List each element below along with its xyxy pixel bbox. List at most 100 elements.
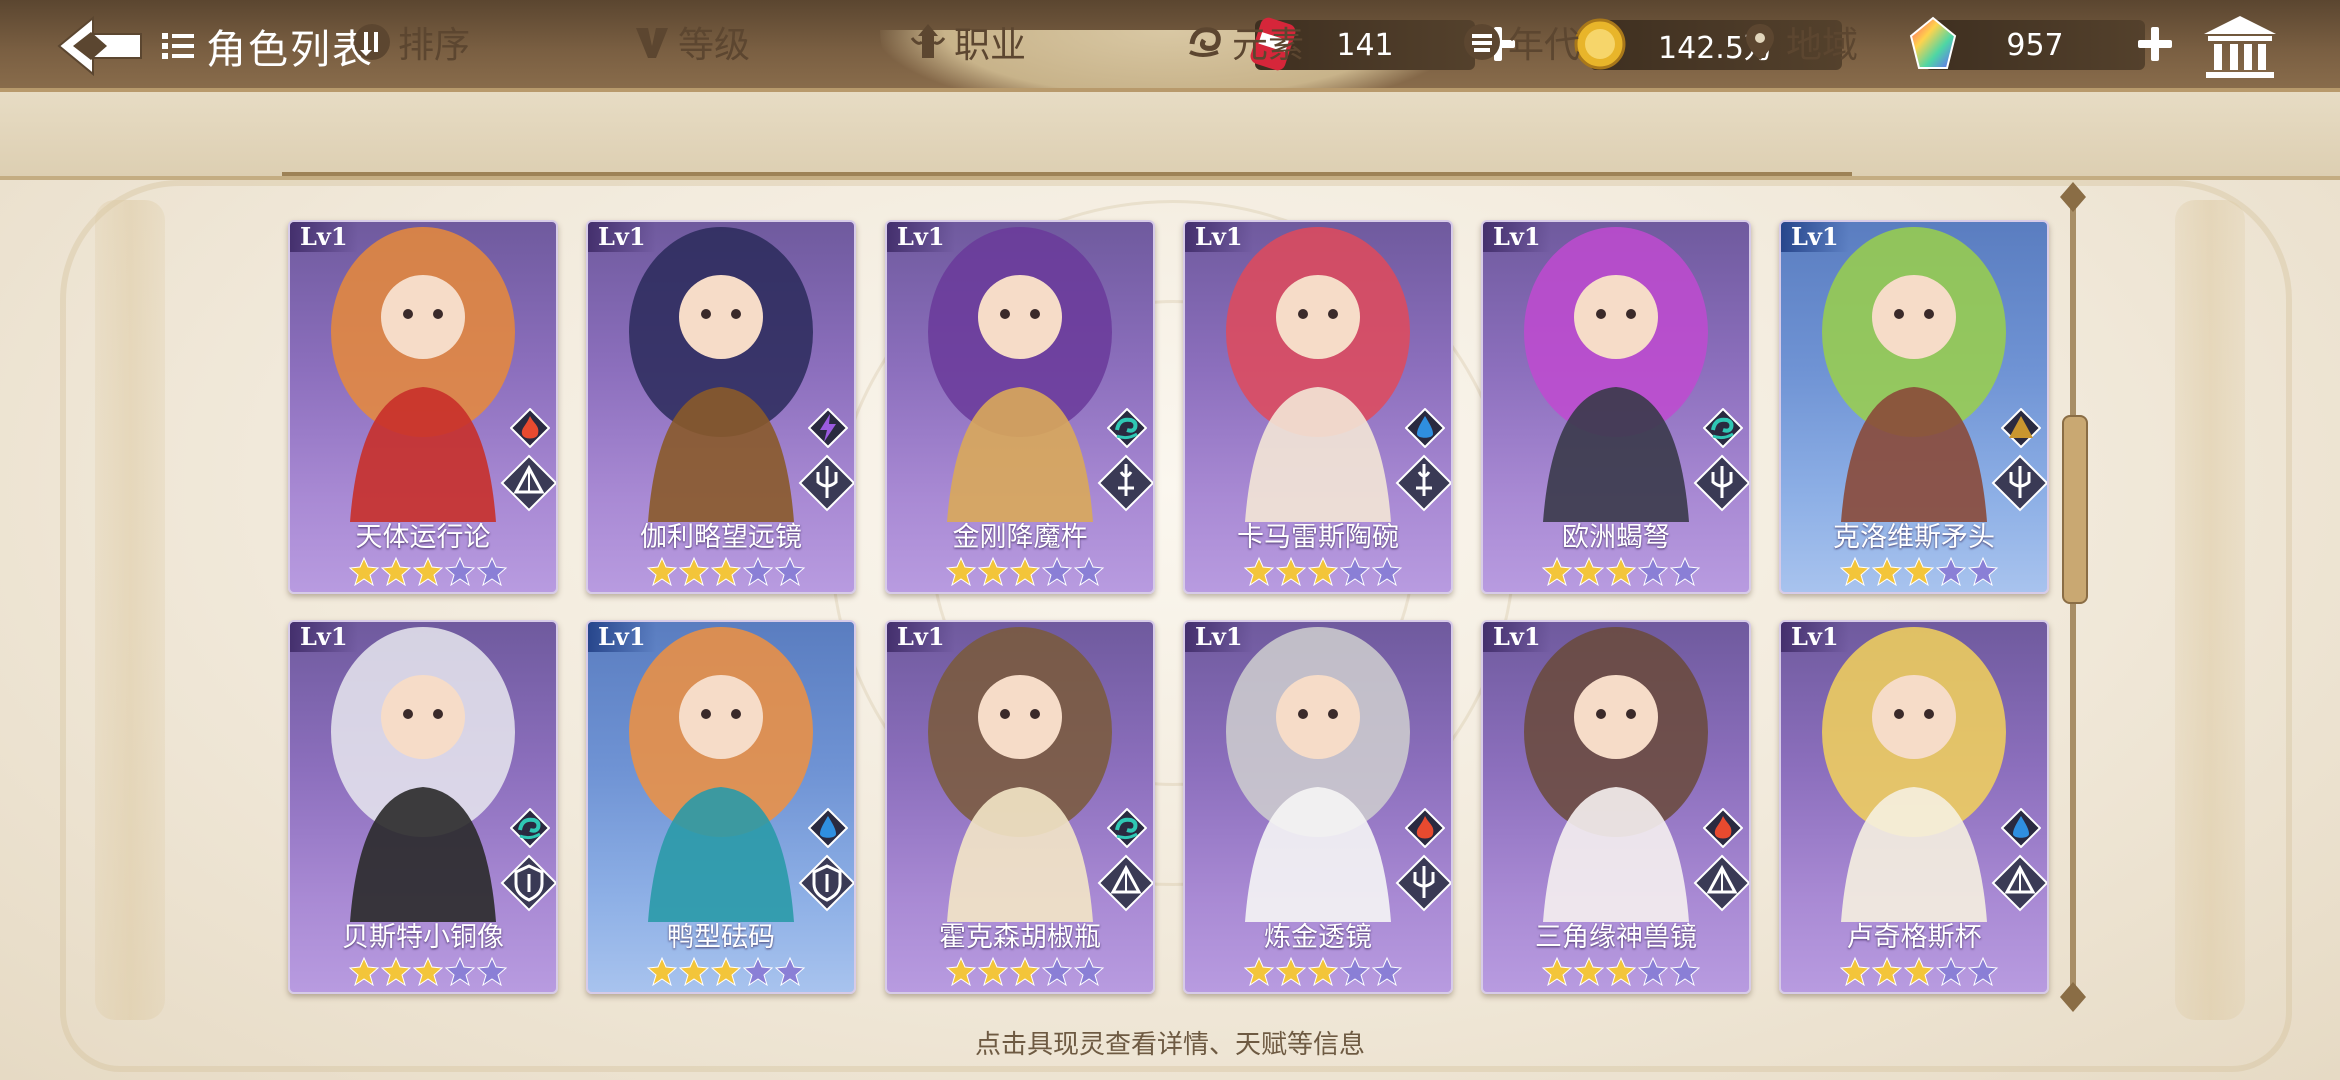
tab-underline (282, 172, 1852, 176)
character-name: 三角缘神兽镜 (1535, 922, 1697, 953)
star-filled-icon (1573, 956, 1605, 986)
trident-class-icon (798, 454, 854, 512)
star-rating (1839, 956, 1999, 986)
add-crystal-button[interactable] (2135, 24, 2175, 64)
character-name: 贝斯特小铜像 (342, 922, 504, 953)
star-filled-icon (1903, 956, 1935, 986)
page-title-text: 角色列表 (206, 27, 374, 73)
footer-hint: 点击具现灵查看详情、天赋等信息 (974, 1030, 1365, 1060)
star-filled-icon (646, 956, 678, 986)
tab-sort[interactable]: 排序 (352, 12, 470, 72)
tab-class-label: 职业 (954, 25, 1027, 66)
right-pillar-decoration (2175, 200, 2245, 1020)
fire-element-icon (1404, 807, 1446, 849)
character-card[interactable]: Lv1 金刚降魔杵 (885, 220, 1155, 594)
star-filled-icon (1573, 556, 1605, 586)
character-card[interactable]: Lv1 霍克森胡椒瓶 (885, 620, 1155, 994)
star-empty-icon (1967, 956, 1999, 986)
tab-era[interactable]: 年代 (1462, 12, 1580, 72)
star-rating (1541, 556, 1701, 586)
wind-element-icon (509, 807, 551, 849)
character-name: 炼金透镜 (1264, 922, 1372, 953)
gold-coin-icon (1574, 18, 1626, 70)
wind-element-icon (1702, 407, 1744, 449)
star-empty-icon (476, 956, 508, 986)
crystal-value: 957 (2006, 27, 2064, 63)
character-card[interactable]: Lv1 炼金透镜 (1183, 620, 1453, 994)
character-name: 卢奇格斯杯 (1846, 922, 1982, 953)
character-card[interactable]: Lv1 卡马雷斯陶碗 (1183, 220, 1453, 594)
character-card[interactable]: Lv1 欧洲蝎弩 (1481, 220, 1751, 594)
character-card[interactable]: Lv1 伽利略望远镜 (586, 220, 856, 594)
character-card[interactable]: Lv1 克洛维斯矛头 (1779, 220, 2049, 594)
star-filled-icon (646, 556, 678, 586)
star-rating (1839, 556, 1999, 586)
level-badge: Lv1 (588, 622, 656, 652)
star-filled-icon (1275, 556, 1307, 586)
tab-region[interactable]: 地域 (1740, 12, 1858, 72)
character-card[interactable]: Lv1 天体运行论 (288, 220, 558, 594)
star-empty-icon (1967, 556, 1999, 586)
star-rating (1541, 956, 1701, 986)
star-filled-icon (710, 956, 742, 986)
list-icon (162, 33, 194, 59)
character-name: 金刚降魔杵 (952, 522, 1088, 553)
star-filled-icon (380, 956, 412, 986)
level-badge: Lv1 (588, 222, 656, 252)
scroll-top-ornament-icon (2060, 182, 2086, 212)
character-card[interactable]: Lv1 贝斯特小铜像 (288, 620, 558, 994)
pyramid-class-icon (1097, 854, 1153, 912)
level-badge: Lv1 (1483, 622, 1551, 652)
star-filled-icon (1839, 956, 1871, 986)
character-name: 欧洲蝎弩 (1562, 522, 1670, 553)
star-empty-icon (1935, 556, 1967, 586)
trident-class-icon (1693, 454, 1749, 512)
level-badge: Lv1 (1185, 622, 1253, 652)
star-empty-icon (1637, 556, 1669, 586)
star-filled-icon (1839, 556, 1871, 586)
tab-class[interactable]: 职业 (908, 12, 1026, 72)
page-title: 角色列表 (160, 18, 374, 74)
star-empty-icon (1073, 556, 1105, 586)
back-arrow-icon[interactable] (55, 14, 145, 78)
star-empty-icon (742, 556, 774, 586)
museum-icon[interactable] (2200, 12, 2280, 82)
character-card[interactable]: Lv1 鸭型砝码 (586, 620, 856, 994)
scrollbar-thumb[interactable] (2062, 415, 2088, 604)
character-card[interactable]: Lv1 卢奇格斯杯 (1779, 620, 2049, 994)
top-bar: 角色列表 141 142.5万 957 (0, 0, 2340, 114)
tab-region-label: 地域 (1786, 25, 1859, 66)
shield-class-icon (798, 854, 854, 912)
star-filled-icon (1871, 556, 1903, 586)
tab-element[interactable]: 元素 (1186, 12, 1304, 72)
location-pin-icon (1746, 24, 1774, 60)
star-filled-icon (945, 956, 977, 986)
level-badge: Lv1 (1185, 222, 1253, 252)
tab-level[interactable]: 等级 (632, 12, 750, 72)
star-empty-icon (1041, 956, 1073, 986)
level-badge: Lv1 (290, 222, 358, 252)
star-filled-icon (1903, 556, 1935, 586)
filter-tab-bar (0, 92, 2340, 180)
character-name: 卡马雷斯陶碗 (1237, 522, 1399, 553)
star-empty-icon (1339, 556, 1371, 586)
level-badge: Lv1 (887, 622, 955, 652)
class-icon (910, 24, 946, 58)
star-filled-icon (1009, 556, 1041, 586)
star-filled-icon (412, 956, 444, 986)
star-empty-icon (1339, 956, 1371, 986)
earth-element-icon (2000, 407, 2042, 449)
star-filled-icon (977, 556, 1009, 586)
star-rating (646, 556, 806, 586)
level-badge: Lv1 (887, 222, 955, 252)
trident-class-icon (1991, 454, 2047, 512)
level-badge: Lv1 (1781, 622, 1849, 652)
character-card[interactable]: Lv1 三角缘神兽镜 (1481, 620, 1751, 994)
star-filled-icon (380, 556, 412, 586)
star-empty-icon (1935, 956, 1967, 986)
star-empty-icon (444, 956, 476, 986)
star-empty-icon (1041, 556, 1073, 586)
star-empty-icon (1073, 956, 1105, 986)
shield-class-icon (500, 854, 556, 912)
star-filled-icon (1605, 556, 1637, 586)
